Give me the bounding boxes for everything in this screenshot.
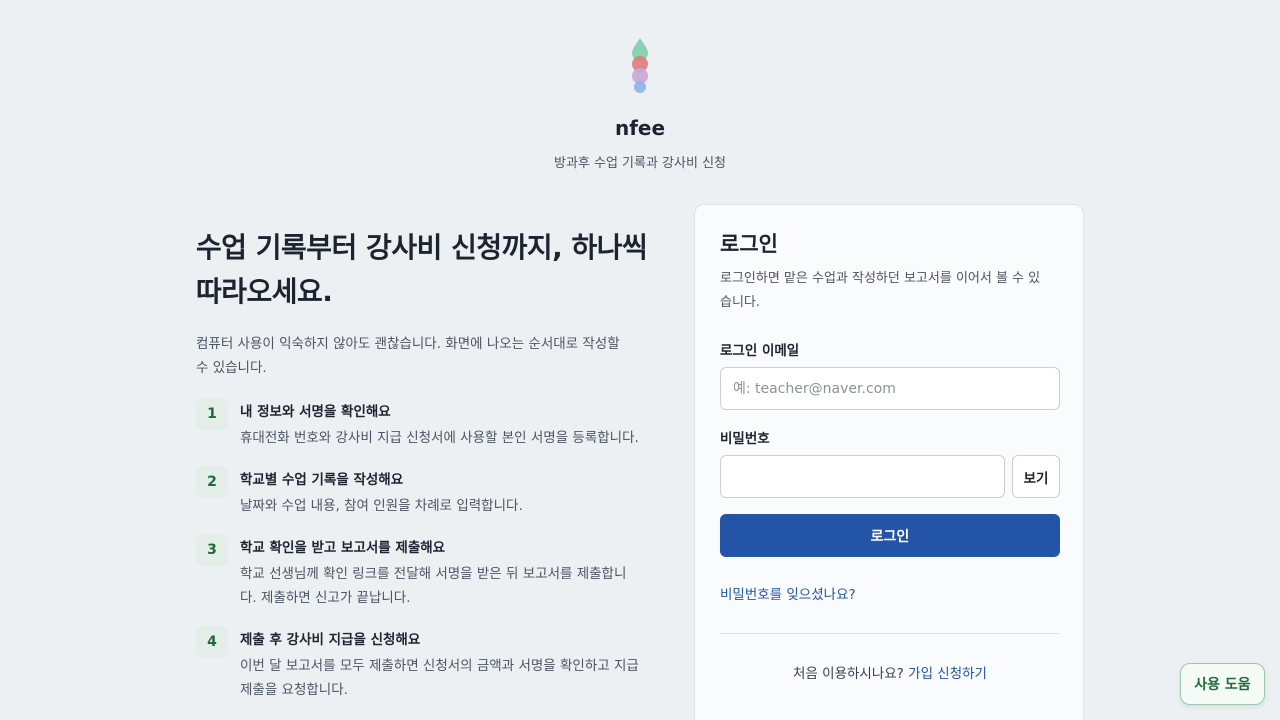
login-card-content: 로그인 로그인하면 맡은 수업과 작성하던 보고서를 이어서 볼 수 있습니다.… [720, 229, 1060, 682]
step-number-badge: 1 [196, 398, 228, 430]
brand-name: nfee [614, 116, 666, 140]
signup-prompt: 처음 이용하시나요? [793, 666, 904, 682]
password-label: 비밀번호 [720, 431, 770, 447]
step-number-badge: 2 [196, 466, 228, 498]
help-button[interactable]: 사용 도움 [1180, 663, 1265, 705]
step-item: 2 학교별 수업 기록을 작성해요 날짜와 수업 내용, 참여 인원을 차례로 … [196, 466, 656, 518]
step-description: 이번 달 보고서를 모두 제출하면 신청서의 금액과 서명을 확인하고 지급 제… [240, 658, 639, 698]
signup-link[interactable]: 가입 신청하기 [908, 666, 987, 682]
login-page: nfee 방과후 수업 기록과 강사비 신청 수업 기록부터 강사비 신청까지,… [0, 0, 1280, 720]
step-body: 내 정보와 서명을 확인해요 휴대전화 번호와 강사비 지급 신청서에 사용할 … [240, 402, 640, 450]
divider [720, 633, 1060, 634]
show-password-button[interactable]: 보기 [1012, 455, 1060, 498]
intro-headline-line2: 따라오세요. [196, 275, 333, 308]
brand-logo-icon [632, 38, 648, 93]
step-number-badge: 4 [196, 626, 228, 658]
step-description: 날짜와 수업 내용, 참여 인원을 차례로 입력합니다. [240, 498, 523, 514]
step-title: 내 정보와 서명을 확인해요 [240, 404, 391, 420]
brand-tagline: 방과후 수업 기록과 강사비 신청 [553, 156, 726, 171]
intro-headline: 수업 기록부터 강사비 신청까지, 하나씩 따라오세요. [196, 226, 656, 314]
password-input[interactable] [720, 455, 1005, 498]
intro-headline-line1: 수업 기록부터 강사비 신청까지, 하나씩 [196, 231, 648, 264]
login-card: 로그인 로그인하면 맡은 수업과 작성하던 보고서를 이어서 볼 수 있습니다.… [694, 204, 1084, 720]
step-description: 학교 선생님께 확인 링크를 전달해 서명을 받은 뒤 보고서를 제출합니다. … [240, 566, 627, 606]
forgot-password-link[interactable]: 비밀번호를 잊으셨나요? [720, 583, 1060, 603]
step-body: 학교별 수업 기록을 작성해요 날짜와 수업 내용, 참여 인원을 차례로 입력… [240, 470, 640, 518]
step-title: 학교별 수업 기록을 작성해요 [240, 472, 404, 488]
step-item: 4 제출 후 강사비 지급을 신청해요 이번 달 보고서를 모두 제출하면 신청… [196, 626, 656, 702]
step-item: 1 내 정보와 서명을 확인해요 휴대전화 번호와 강사비 지급 신청서에 사용… [196, 398, 656, 450]
login-submit-button[interactable]: 로그인 [720, 514, 1060, 557]
step-body: 제출 후 강사비 지급을 신청해요 이번 달 보고서를 모두 제출하면 신청서의… [240, 630, 640, 702]
step-title: 제출 후 강사비 지급을 신청해요 [240, 632, 421, 648]
email-label: 로그인 이메일 [720, 343, 800, 359]
login-title: 로그인 [720, 232, 778, 256]
signup-row: 처음 이용하시나요? 가입 신청하기 [720, 662, 1060, 682]
login-description: 로그인하면 맡은 수업과 작성하던 보고서를 이어서 볼 수 있습니다. [720, 271, 1041, 310]
steps-list: 1 내 정보와 서명을 확인해요 휴대전화 번호와 강사비 지급 신청서에 사용… [196, 398, 656, 702]
password-row: 보기 [720, 455, 1060, 498]
step-item: 3 학교 확인을 받고 보고서를 제출해요 학교 선생님께 확인 링크를 전달해… [196, 534, 656, 610]
intro-description: 컴퓨터 사용이 익숙하지 않아도 괜찮습니다. 화면에 나오는 순서대로 작성할… [196, 336, 620, 376]
step-body: 학교 확인을 받고 보고서를 제출해요 학교 선생님께 확인 링크를 전달해 서… [240, 538, 640, 610]
step-title: 학교 확인을 받고 보고서를 제출해요 [240, 540, 446, 556]
email-input[interactable] [720, 367, 1060, 410]
step-description: 휴대전화 번호와 강사비 지급 신청서에 사용할 본인 서명을 등록합니다. [240, 430, 639, 446]
intro-section: 수업 기록부터 강사비 신청까지, 하나씩 따라오세요. 컴퓨터 사용이 익숙하… [196, 226, 656, 720]
step-number-badge: 3 [196, 534, 228, 566]
